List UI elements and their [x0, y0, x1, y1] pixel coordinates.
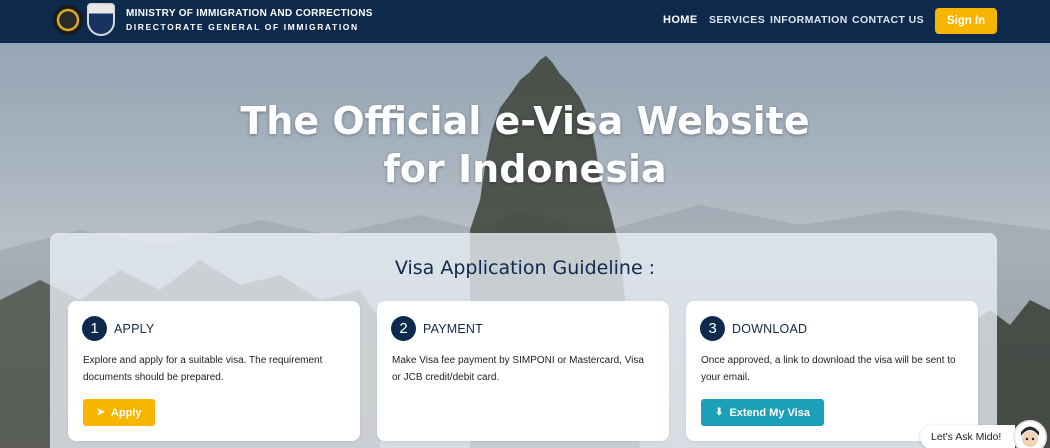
hero-title-line1: The Official e-Visa Website	[240, 99, 810, 143]
paper-plane-icon: ➤	[96, 407, 105, 418]
step-card-apply: 1 APPLY Explore and apply for a suitable…	[68, 301, 360, 441]
step-card-download: 3 DOWNLOAD Once approved, a link to down…	[686, 301, 978, 441]
apply-button[interactable]: ➤ Apply	[83, 399, 155, 426]
step-title: PAYMENT	[423, 322, 483, 336]
step-title: DOWNLOAD	[732, 322, 808, 336]
download-icon: ⬇	[715, 407, 724, 418]
step-description: Once approved, a link to download the vi…	[701, 355, 956, 383]
apply-button-label: Apply	[110, 406, 142, 419]
hero-title-line2: for Indonesia	[383, 147, 667, 191]
site-brand[interactable]: MINISTRY OF IMMIGRATION AND CORRECTIONS …	[126, 8, 373, 32]
step-number-badge: 3	[700, 316, 725, 341]
step-description: Explore and apply for a suitable visa. T…	[83, 355, 323, 383]
step-card-payment: 2 PAYMENT Make Visa fee payment by SIMPO…	[377, 301, 669, 441]
guideline-title: Visa Application Guideline :	[394, 257, 656, 279]
ministry-name: MINISTRY OF IMMIGRATION AND CORRECTIONS	[126, 8, 373, 19]
garuda-emblem-icon[interactable]	[53, 5, 83, 35]
sign-in-button[interactable]: Sign In	[935, 8, 997, 34]
directorate-name: DIRECTORATE GENERAL OF IMMIGRATION	[126, 22, 359, 32]
chat-assistant-bubble[interactable]: Let's Ask Mido!	[920, 425, 1015, 448]
step-description: Make Visa fee payment by SIMPONI or Mast…	[392, 355, 644, 383]
step-number-badge: 2	[391, 316, 416, 341]
step-title: APPLY	[114, 322, 155, 336]
site-header: MINISTRY OF IMMIGRATION AND CORRECTIONS …	[0, 0, 1050, 43]
extend-my-visa-label: Extend My Visa	[729, 406, 810, 419]
immigration-shield-icon[interactable]	[87, 3, 115, 36]
nav-home[interactable]: HOME	[663, 14, 698, 26]
step-number-badge: 1	[82, 316, 107, 341]
nav-information[interactable]: INFORMATION	[770, 14, 848, 26]
chat-assistant-avatar-icon[interactable]	[1013, 420, 1047, 448]
nav-contact-us[interactable]: CONTACT US	[852, 14, 924, 26]
nav-services[interactable]: SERVICES	[709, 14, 765, 26]
extend-my-visa-button[interactable]: ⬇ Extend My Visa	[701, 399, 824, 426]
